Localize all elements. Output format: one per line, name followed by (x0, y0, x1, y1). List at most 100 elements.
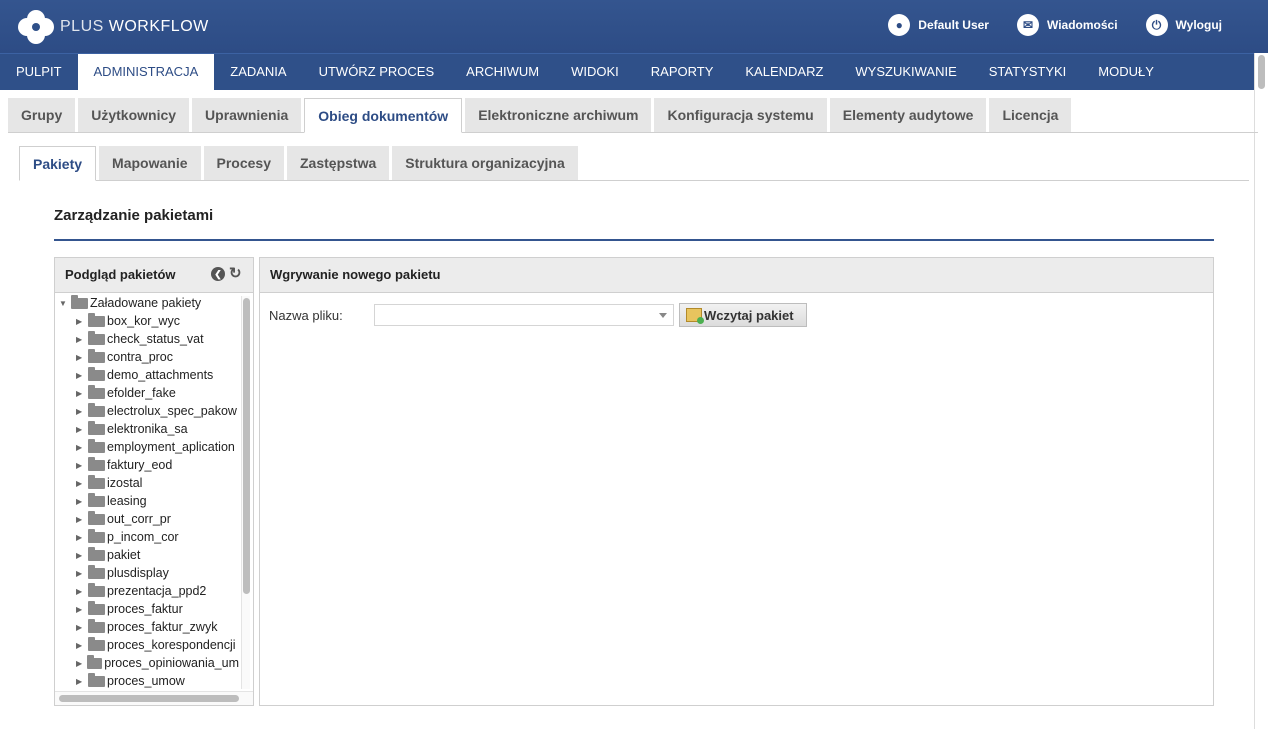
tree-item[interactable]: ▶ contra_proc (55, 348, 239, 366)
expand-right-icon[interactable]: ▶ (76, 389, 86, 398)
tree-item[interactable]: ▶ leasing (55, 492, 239, 510)
tree-item[interactable]: ▶ proces_korespondencji (55, 636, 239, 654)
tree-item[interactable]: ▶ p_incom_cor (55, 528, 239, 546)
tree-item[interactable]: ▶ out_corr_pr (55, 510, 239, 528)
expand-right-icon[interactable]: ▶ (76, 677, 86, 686)
tree-item[interactable]: ▶ demo_attachments (55, 366, 239, 384)
tree-item[interactable]: ▶ electrolux_spec_pakow (55, 402, 239, 420)
tree-item[interactable]: ▶ check_status_vat (55, 330, 239, 348)
expand-right-icon[interactable]: ▶ (76, 353, 86, 362)
tree-item[interactable]: ▶ prezentacja_ppd2 (55, 582, 239, 600)
logo[interactable]: PLUS WORKFLOW (18, 10, 209, 44)
sub-tab[interactable]: Struktura organizacyjna (392, 146, 578, 180)
expand-right-icon[interactable]: ▶ (76, 335, 86, 344)
tree-item[interactable]: ▶ plusdisplay (55, 564, 239, 582)
main-nav-item[interactable]: WYSZUKIWANIE (839, 54, 972, 90)
expand-right-icon[interactable]: ▶ (76, 515, 86, 524)
admin-tab[interactable]: Uprawnienia (192, 98, 302, 132)
logo-text: PLUS WORKFLOW (60, 18, 209, 35)
expand-right-icon[interactable]: ▶ (76, 461, 86, 470)
power-icon: ⏻ (1145, 14, 1168, 36)
default-user-link[interactable]: ● Default User (888, 14, 989, 36)
admin-tab[interactable]: Grupy (8, 98, 76, 132)
folder-icon (88, 420, 105, 435)
file-name-select[interactable] (374, 304, 674, 326)
tree-item[interactable]: ▶ izostal (55, 474, 239, 492)
main-nav-item[interactable]: WIDOKI (555, 54, 635, 90)
tree-item[interactable]: ▶ proces_faktur_zwyk (55, 618, 239, 636)
tree-item[interactable]: ▶ box_kor_wyc (55, 312, 239, 330)
expand-right-icon[interactable]: ▶ (76, 641, 86, 650)
main-nav-item[interactable]: ARCHIWUM (450, 54, 555, 90)
tree-item[interactable]: ▶ employment_aplication (55, 438, 239, 456)
expand-right-icon[interactable]: ▶ (76, 479, 86, 488)
main-nav-item[interactable]: RAPORTY (635, 54, 730, 90)
tree-item[interactable]: ▶ proces_opiniowania_um (55, 654, 239, 672)
expand-right-icon[interactable]: ▶ (76, 533, 86, 542)
folder-icon (88, 456, 105, 471)
refresh-icon[interactable]: ↻ (229, 266, 243, 281)
messages-link-label: Wiadomości (1046, 18, 1118, 32)
sub-tab[interactable]: Pakiety (19, 146, 97, 181)
back-icon[interactable]: ❮ (211, 267, 225, 281)
load-package-button[interactable]: Wczytaj pakiet (679, 303, 807, 327)
expand-right-icon[interactable]: ▶ (76, 659, 85, 668)
expand-right-icon[interactable]: ▶ (76, 317, 86, 326)
admin-tabs: Grupy Użytkownicy Uprawnienia Obieg dokumen… (8, 98, 1258, 133)
admin-tab[interactable]: Licencja (989, 98, 1072, 132)
admin-tab[interactable]: Elektroniczne archiwum (465, 98, 652, 132)
mail-icon: ✉ (1016, 14, 1039, 36)
page-scrollbar[interactable] (1254, 53, 1268, 729)
tree-item[interactable]: ▶ faktury_eod (55, 456, 239, 474)
expand-right-icon[interactable]: ▶ (76, 605, 86, 614)
logout-link[interactable]: ⏻ Wyloguj (1145, 14, 1222, 36)
expand-right-icon[interactable]: ▶ (76, 569, 86, 578)
title-divider (54, 239, 1214, 241)
expand-down-icon[interactable]: ▼ (59, 299, 69, 308)
tree-item-label: proces_umow (107, 674, 185, 688)
folder-icon (88, 492, 105, 507)
tree-item[interactable]: ▶ elektronika_sa (55, 420, 239, 438)
main-nav-item[interactable]: ADMINISTRACJA (77, 54, 215, 90)
folder-icon (88, 564, 105, 579)
tree-item-label: p_incom_cor (107, 530, 179, 544)
expand-right-icon[interactable]: ▶ (76, 551, 86, 560)
main-nav-item[interactable]: ZADANIA (214, 54, 302, 90)
sub-tab[interactable]: Zastępstwa (287, 146, 390, 180)
expand-right-icon[interactable]: ▶ (76, 425, 86, 434)
tree-item[interactable]: ▶ efolder_fake (55, 384, 239, 402)
admin-tab[interactable]: Obieg dokumentów (304, 98, 463, 133)
messages-link[interactable]: ✉ Wiadomości (1016, 14, 1118, 36)
main-nav-item[interactable]: STATYSTYKI (973, 54, 1083, 90)
folder-icon (88, 384, 105, 399)
tree-horizontal-scrollbar[interactable] (55, 691, 253, 705)
main-nav-item[interactable]: MODUŁY (1082, 54, 1170, 90)
folder-icon (88, 600, 105, 615)
sub-tab[interactable]: Procesy (203, 146, 284, 180)
expand-right-icon[interactable]: ▶ (76, 371, 86, 380)
tree-item[interactable]: ▶ pakiet (55, 546, 239, 564)
tree-item-label: proces_faktur_zwyk (107, 620, 218, 634)
sub-tab[interactable]: Mapowanie (99, 146, 201, 180)
main-nav-item[interactable]: PULPIT (0, 54, 78, 90)
expand-right-icon[interactable]: ▶ (76, 407, 86, 416)
upload-row: Nazwa pliku: Wczytaj pakiet (269, 303, 807, 327)
file-name-label: Nazwa pliku: (269, 307, 343, 323)
tree-root[interactable]: ▼ Załadowane pakiety (55, 294, 239, 312)
tree-item-label: plusdisplay (107, 566, 169, 580)
admin-tab[interactable]: Użytkownicy (78, 98, 190, 132)
tree-item[interactable]: ▶ proces_umow (55, 672, 239, 689)
top-bar: PLUS WORKFLOW ● Default User ✉ Wiadomośc… (0, 0, 1268, 53)
tree-vertical-scrollbar[interactable] (241, 296, 250, 689)
main-nav-item[interactable]: KALENDARZ (729, 54, 839, 90)
tree-item-label: faktury_eod (107, 458, 173, 472)
expand-right-icon[interactable]: ▶ (76, 623, 86, 632)
admin-tab[interactable]: Elementy audytowe (829, 98, 987, 132)
tree-item[interactable]: ▶ proces_faktur (55, 600, 239, 618)
expand-right-icon[interactable]: ▶ (76, 497, 86, 506)
admin-tab[interactable]: Konfiguracja systemu (654, 98, 827, 132)
expand-right-icon[interactable]: ▶ (76, 443, 86, 452)
main-nav-item[interactable]: UTWÓRZ PROCES (303, 54, 451, 90)
folder-icon (88, 348, 105, 363)
expand-right-icon[interactable]: ▶ (76, 587, 86, 596)
